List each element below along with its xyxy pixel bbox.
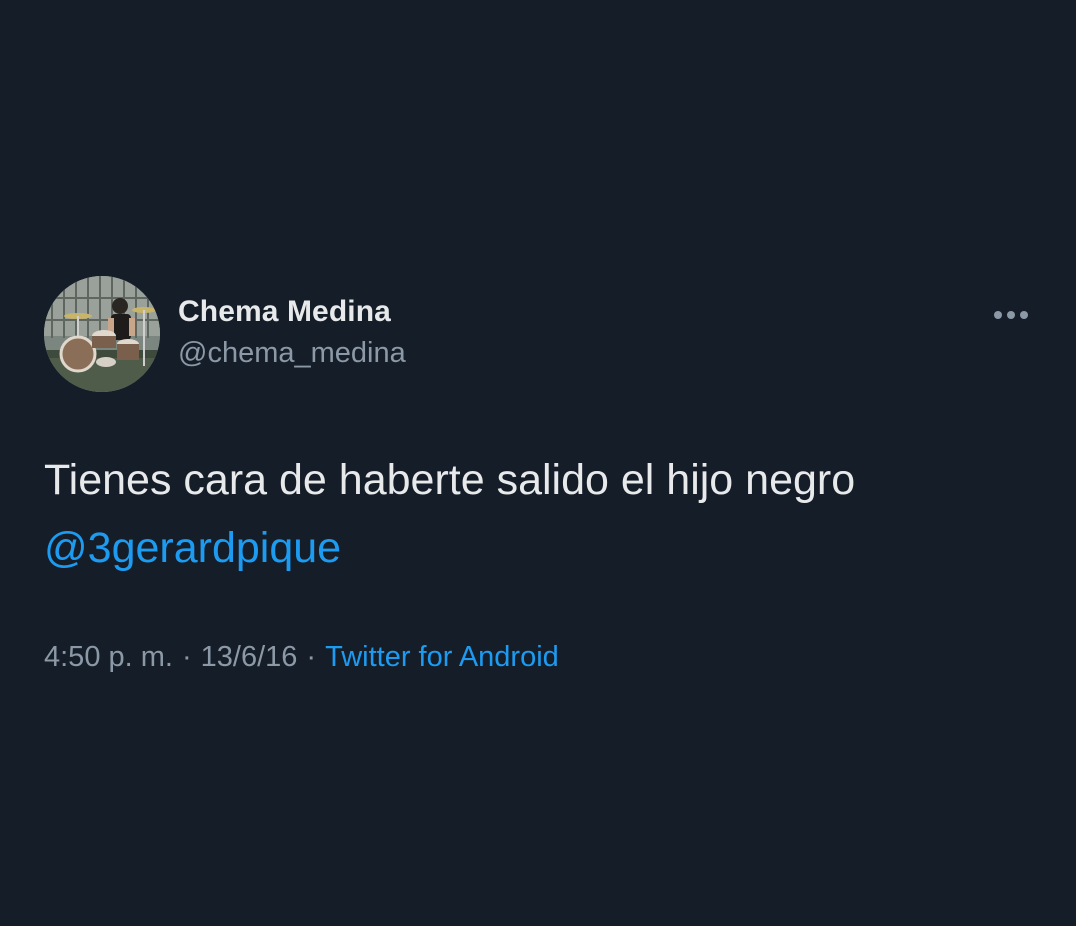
more-horizontal-icon xyxy=(994,311,1002,319)
tweet-metadata: 4:50 p. m. · 13/6/16 · Twitter for Android xyxy=(44,641,559,674)
tweet-text-content: Tienes cara de haberte salido el hijo ne… xyxy=(44,456,856,504)
user-handle[interactable]: @chema_medina xyxy=(178,337,406,370)
meta-separator: · xyxy=(306,641,317,673)
more-horizontal-icon-dot xyxy=(1020,311,1028,319)
avatar-photo xyxy=(44,276,160,392)
more-horizontal-icon-dot xyxy=(1007,311,1015,319)
avatar[interactable] xyxy=(44,276,160,392)
tweet-card: Chema Medina @chema_medina Tienes cara d… xyxy=(0,0,1076,926)
display-name[interactable]: Chema Medina xyxy=(178,295,391,329)
tweet-date[interactable]: 13/6/16 xyxy=(201,641,298,673)
more-options-button[interactable] xyxy=(986,302,1036,328)
tweet-source-link[interactable]: Twitter for Android xyxy=(325,641,559,673)
meta-separator: · xyxy=(181,641,192,673)
tweet-text: Tienes cara de haberte salido el hijo ne… xyxy=(44,446,1044,582)
mention-link[interactable]: @3gerardpique xyxy=(44,514,1044,582)
tweet-time[interactable]: 4:50 p. m. xyxy=(44,641,173,673)
